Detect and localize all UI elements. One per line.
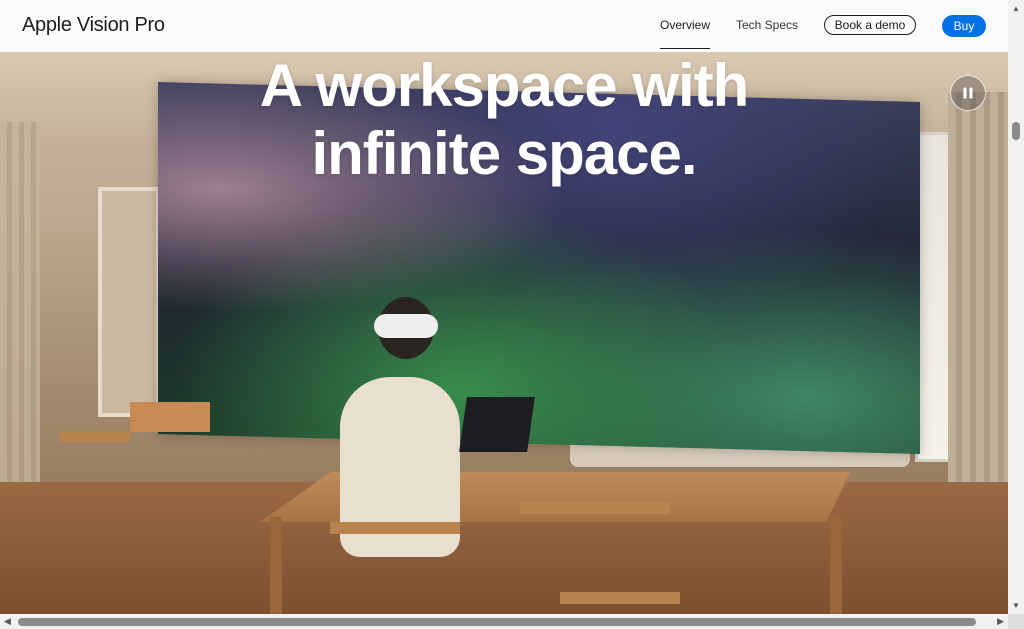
scroll-left-arrow-icon[interactable]: ◀: [4, 616, 11, 627]
wall-frame: [98, 187, 160, 417]
product-title-link[interactable]: Apple Vision Pro: [22, 14, 165, 37]
top-navigation-bar: Apple Vision Pro Overview Tech Specs Boo…: [0, 0, 1008, 52]
buy-button[interactable]: Buy: [942, 15, 986, 37]
scroll-up-arrow-icon[interactable]: ▲: [1012, 4, 1020, 13]
chair-seat: [330, 522, 460, 534]
side-chair: [60, 432, 130, 442]
chair-seat: [560, 592, 680, 604]
scroll-down-arrow-icon[interactable]: ▼: [1012, 601, 1020, 610]
horizontal-scroll-thumb[interactable]: [18, 618, 976, 626]
table-leg: [830, 517, 842, 614]
chair-seat: [520, 502, 670, 514]
nav-link-tech-specs[interactable]: Tech Specs: [736, 18, 798, 32]
horizontal-scrollbar[interactable]: ◀ ▶: [0, 614, 1008, 629]
vertical-scrollbar[interactable]: ▲ ▼: [1008, 0, 1024, 614]
scrollbar-corner: [1008, 614, 1024, 629]
table-leg: [270, 517, 282, 614]
vertical-scroll-thumb[interactable]: [1012, 122, 1020, 140]
hero-headline: A workspace with infinite space.: [0, 52, 1008, 188]
pause-video-button[interactable]: [950, 75, 986, 111]
vision-pro-headset: [374, 314, 438, 338]
headline-line-1: A workspace with: [259, 52, 750, 119]
nav-link-overview[interactable]: Overview: [660, 18, 711, 49]
side-chair-cushion: [130, 402, 210, 432]
pause-icon: [963, 87, 973, 99]
book-demo-button[interactable]: Book a demo: [824, 15, 916, 35]
scroll-right-arrow-icon[interactable]: ▶: [997, 616, 1004, 627]
laptop: [459, 397, 535, 452]
headline-line-2: infinite space.: [311, 120, 697, 187]
